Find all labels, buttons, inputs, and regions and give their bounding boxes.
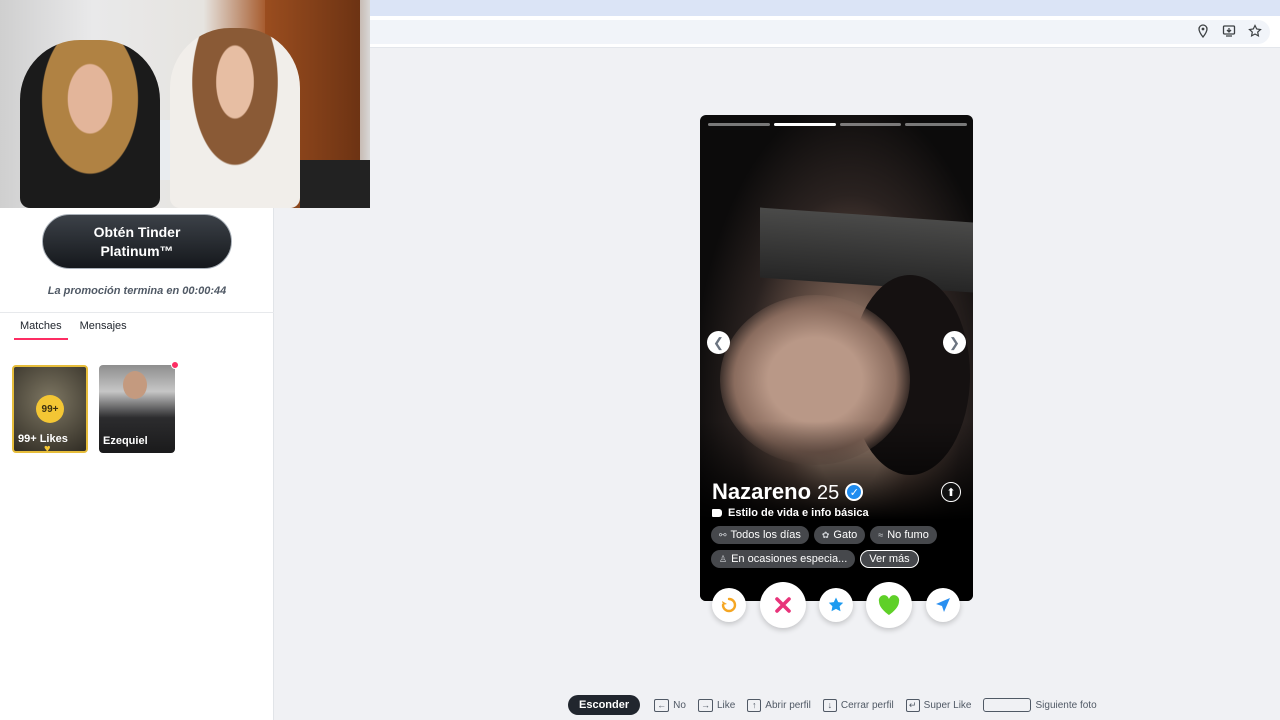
shortcut-no: ← No xyxy=(654,698,686,712)
paw-icon: ✿ xyxy=(821,529,830,540)
get-platinum-button[interactable]: Obtén Tinder Platinum™ xyxy=(42,214,232,269)
arrow-up-icon: ⬆ xyxy=(946,486,956,499)
chip-label: Todos los días xyxy=(730,529,801,541)
location-icon[interactable] xyxy=(1196,24,1210,38)
profile-name: Nazareno xyxy=(712,479,812,504)
like-button[interactable] xyxy=(866,582,912,628)
see-more-label: Ver más xyxy=(869,553,910,565)
webcam-person-left xyxy=(20,40,160,208)
likes-card[interactable]: 99+ 99+ Likes ♥ xyxy=(12,365,88,453)
shortcut-open-profile: ↑ Abrir perfil xyxy=(747,698,811,712)
likes-label: 99+ Likes xyxy=(18,433,68,445)
likes-count-badge: 99+ xyxy=(36,395,64,423)
super-like-button[interactable] xyxy=(819,588,853,622)
url-field[interactable] xyxy=(370,20,1270,44)
match-photo xyxy=(123,371,147,399)
profile-card[interactable]: ❮ ❯ Nazareno 25 ✓ ⬆ Estilo de vida e inf… xyxy=(700,115,973,601)
sidebar-tabs: Matches Mensajes xyxy=(14,320,139,340)
photo-background xyxy=(760,207,973,293)
shortcut-label: Cerrar perfil xyxy=(840,699,894,711)
arrow-left-key-icon: ← xyxy=(654,698,670,712)
nope-button[interactable] xyxy=(760,582,806,628)
tab-messages[interactable]: Mensajes xyxy=(74,320,133,340)
previous-photo-button[interactable]: ❮ xyxy=(707,331,730,354)
new-match-dot xyxy=(171,361,179,369)
boost-button[interactable] xyxy=(926,588,960,622)
photo-progress-segment-active[interactable] xyxy=(773,123,836,126)
dumbbell-icon: ⚯ xyxy=(719,529,727,540)
address-bar-icons xyxy=(1196,24,1262,38)
webcam-overlay xyxy=(0,0,370,208)
photo-progress xyxy=(708,123,967,126)
profile-age: 25 xyxy=(817,482,840,504)
keyboard-shortcuts-bar: Esconder ← No → Like ↑ Abrir perfil ↓ Ce… xyxy=(568,695,1103,715)
hide-shortcuts-button[interactable]: Esconder xyxy=(568,695,641,715)
chevron-right-icon: ❯ xyxy=(949,334,960,350)
shortcut-label: Like xyxy=(716,699,736,711)
shortcut-label: Super Like xyxy=(923,699,972,711)
next-photo-button[interactable]: ❯ xyxy=(943,331,966,354)
enter-key-icon: ↵ xyxy=(905,698,920,712)
chip-label: Gato xyxy=(833,529,858,541)
rewind-button[interactable] xyxy=(712,588,746,622)
tag-icon xyxy=(712,509,722,517)
browser-tab-strip xyxy=(370,0,1280,16)
shortcut-label: No xyxy=(673,699,686,711)
shortcut-close-profile: ↓ Cerrar perfil xyxy=(822,698,894,712)
bookmark-star-icon[interactable] xyxy=(1248,24,1262,38)
lifestyle-label-text: Estilo de vida e info básica xyxy=(728,507,869,519)
match-card[interactable]: Ezequiel xyxy=(99,365,175,453)
photo-progress-segment[interactable] xyxy=(708,123,770,126)
photo-progress-segment[interactable] xyxy=(905,123,967,126)
star-icon xyxy=(828,597,844,612)
chip-smoking: ≈ No fumo xyxy=(870,526,937,544)
browser-address-bar xyxy=(370,16,1280,48)
shortcut-next-photo: Siguiente foto xyxy=(983,698,1097,712)
webcam-person-right xyxy=(170,28,300,208)
match-name: Ezequiel xyxy=(103,435,148,447)
profile-name-row: Nazareno 25 ✓ xyxy=(712,479,864,505)
promo-countdown: La promoción termina en 00:00:44 xyxy=(47,285,227,297)
arrow-right-key-icon: → xyxy=(697,698,713,712)
smoking-icon: ≈ xyxy=(878,530,884,540)
shortcut-super-like: ↵ Super Like xyxy=(905,698,972,712)
chip-exercise: ⚯ Todos los días xyxy=(711,526,809,544)
close-icon xyxy=(775,597,791,613)
webcam-chair xyxy=(300,160,370,208)
divider xyxy=(0,312,274,313)
shortcut-label: Abrir perfil xyxy=(765,699,811,711)
chip-label: No fumo xyxy=(887,529,929,541)
photo-progress-segment[interactable] xyxy=(839,123,902,126)
arrow-down-key-icon: ↓ xyxy=(822,698,837,712)
heart-icon xyxy=(878,595,900,615)
shortcut-label: Siguiente foto xyxy=(1035,699,1097,711)
lifestyle-chips: ⚯ Todos los días ✿ Gato ≈ No fumo ♙ En o… xyxy=(711,526,966,568)
glass-icon: ♙ xyxy=(719,553,728,564)
tab-matches[interactable]: Matches xyxy=(14,320,68,340)
gold-heart-icon: ♥ xyxy=(44,443,51,453)
verified-badge-icon: ✓ xyxy=(845,483,864,501)
rewind-icon xyxy=(721,597,737,613)
sidebar: Obtén Tinder Platinum™ La promoción term… xyxy=(0,208,274,720)
shortcut-like: → Like xyxy=(697,698,736,712)
lifestyle-section-label: Estilo de vida e info básica xyxy=(712,507,869,519)
action-buttons xyxy=(700,580,973,630)
chip-drinking: ♙ En ocasiones especia... xyxy=(711,550,856,568)
arrow-up-key-icon: ↑ xyxy=(747,698,762,712)
paper-plane-icon xyxy=(936,598,950,612)
space-key-icon xyxy=(983,698,1032,712)
chip-label: En ocasiones especia... xyxy=(731,553,848,565)
chevron-left-icon: ❮ xyxy=(713,334,724,350)
install-app-icon[interactable] xyxy=(1222,24,1236,38)
see-more-button[interactable]: Ver más xyxy=(860,550,919,568)
chip-pets: ✿ Gato xyxy=(813,526,866,544)
open-profile-button[interactable]: ⬆ xyxy=(941,482,961,502)
